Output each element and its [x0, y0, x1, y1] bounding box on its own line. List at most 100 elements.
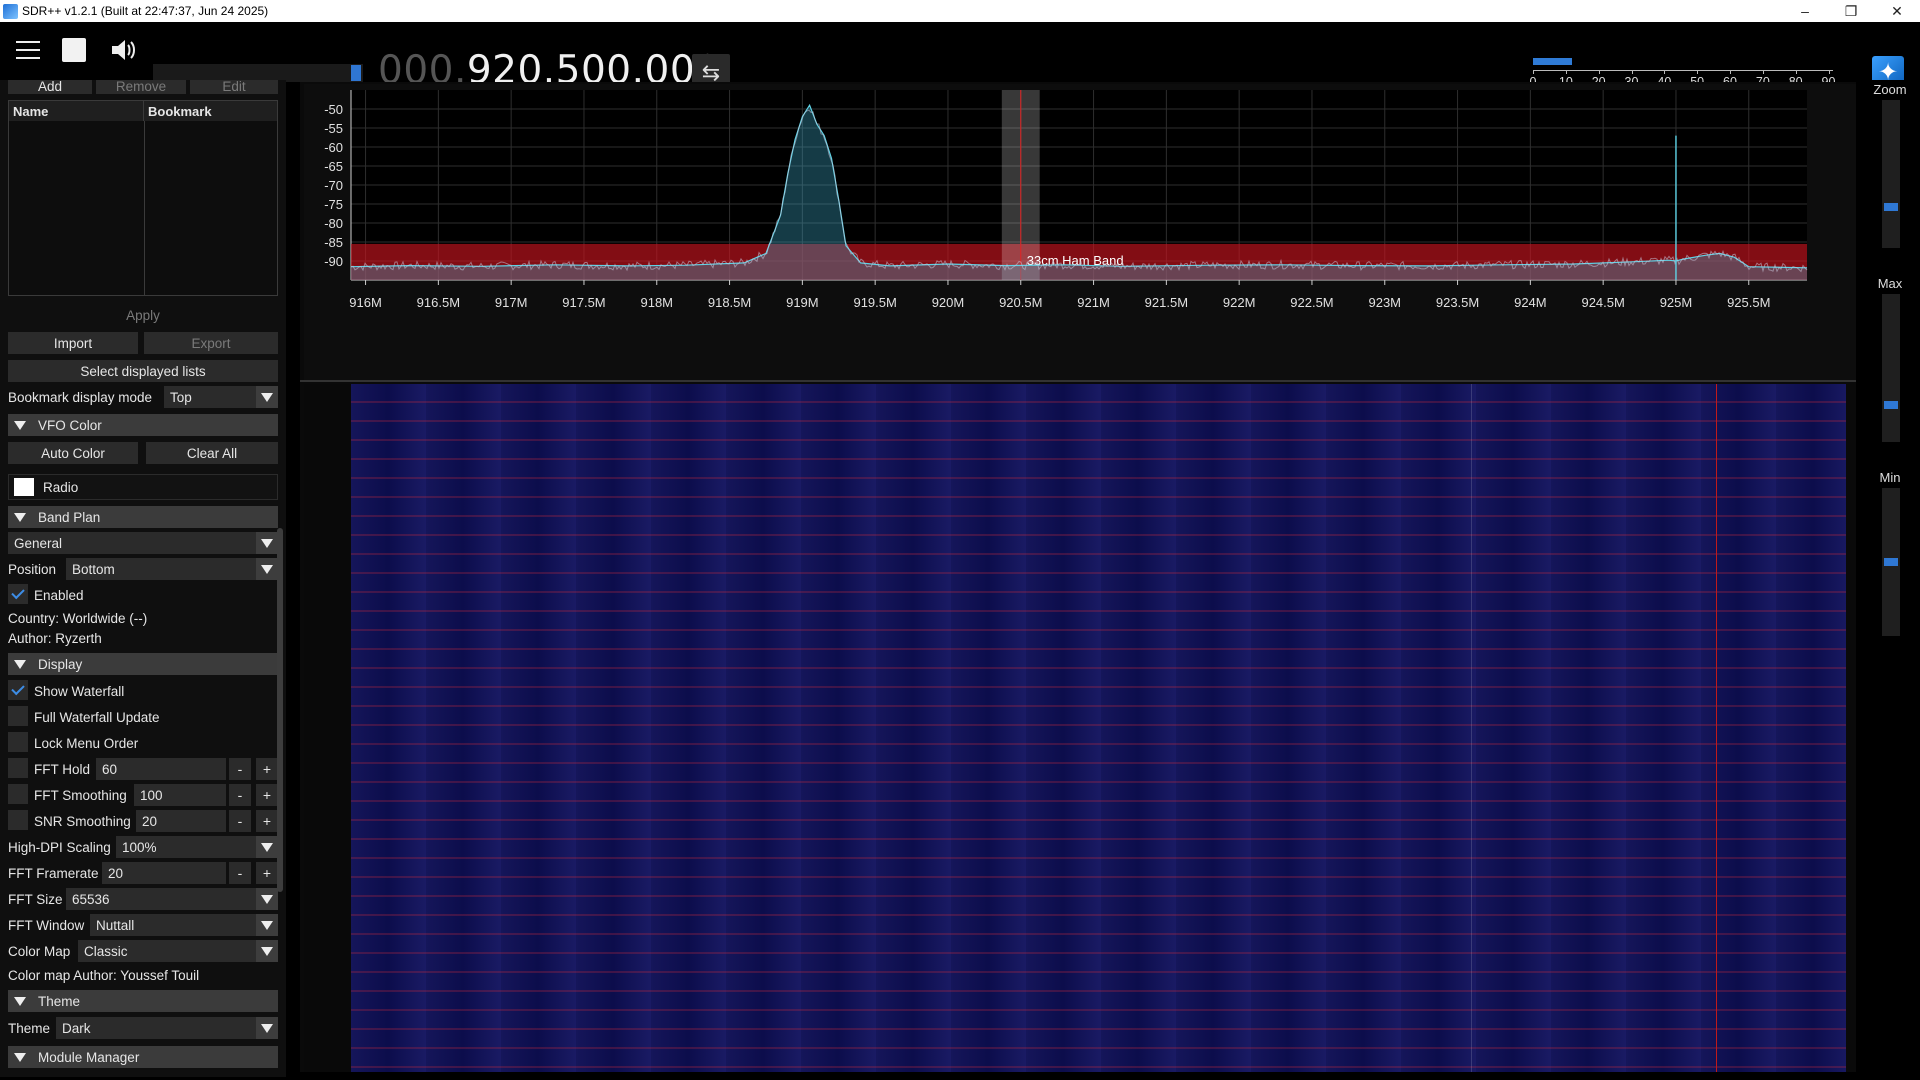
fft-smoothing-minus[interactable]: - [229, 784, 251, 806]
volume-slider-knob[interactable] [351, 65, 361, 81]
fft-window-select[interactable]: Nuttall [90, 914, 278, 936]
theme-label: Theme [8, 1021, 51, 1036]
fft-hold-plus[interactable]: + [256, 758, 278, 780]
fft-x-tick-label: 921M [1077, 295, 1110, 310]
close-button[interactable]: ✕ [1874, 0, 1920, 22]
toolbar: 000.920.500.000 ⇆ 0102030405060708090 ✦ [0, 22, 1920, 93]
fft-panel[interactable]: -50 -55 -60 -65 -70 -75 -80 -85 -90 916M 916.5M 917… [304, 84, 1856, 380]
fft-x-tick-label: 916.5M [417, 295, 460, 310]
column-name[interactable]: Name [9, 101, 144, 121]
show-waterfall-checkbox[interactable] [8, 680, 28, 700]
fft-x-tick-label: 925.5M [1727, 295, 1770, 310]
fft-size-select[interactable]: 65536 [66, 888, 278, 910]
max-slider-knob[interactable] [1884, 401, 1898, 409]
high-dpi-select[interactable]: 100% [116, 836, 278, 858]
theme-select[interactable]: Dark [56, 1017, 278, 1039]
color-map-select[interactable]: Classic [78, 940, 278, 962]
snr-level-bar [1533, 58, 1572, 65]
enabled-checkbox[interactable] [8, 584, 28, 604]
band-plan-select[interactable]: General [8, 532, 278, 554]
module-manager-header[interactable]: Module Manager [8, 1046, 278, 1068]
fft-x-tick-label: 919.5M [853, 295, 896, 310]
fft-hold-checkbox[interactable] [8, 758, 28, 778]
bookmark-edit-button[interactable]: Edit [190, 80, 278, 94]
fft-y-tick-label: -65 [324, 159, 343, 174]
snr-smoothing-checkbox[interactable] [8, 810, 28, 830]
fft-x-tick-label: 923M [1368, 295, 1401, 310]
fft-framerate-plus[interactable]: + [256, 862, 278, 884]
color-map-author: Color map Author: Youssef Touil [8, 968, 200, 983]
waterfall-signal-line [1716, 384, 1717, 1072]
apply-button[interactable]: Apply [8, 304, 278, 326]
fft-framerate-label: FFT Framerate [8, 866, 99, 881]
max-slider[interactable] [1882, 294, 1900, 442]
full-waterfall-update-checkbox[interactable] [8, 706, 28, 726]
color-map-label: Color Map [8, 944, 71, 959]
full-waterfall-update-label: Full Waterfall Update [34, 710, 160, 725]
show-waterfall-label: Show Waterfall [34, 684, 125, 699]
minimize-button[interactable]: – [1782, 0, 1828, 22]
position-label: Position [8, 562, 57, 577]
bookmark-table-header: Name Bookmark [9, 101, 277, 121]
sidebar-scrollbar[interactable] [277, 528, 283, 892]
min-slider-knob[interactable] [1884, 558, 1898, 566]
export-button[interactable]: Export [144, 332, 278, 354]
speaker-icon[interactable] [108, 35, 140, 65]
vfo-color-swatch[interactable] [14, 478, 34, 496]
fft-waterfall-splitter[interactable] [300, 380, 1856, 382]
zoom-slider-knob[interactable] [1884, 203, 1898, 212]
min-slider[interactable] [1882, 488, 1900, 636]
fft-size-label: FFT Size [8, 892, 63, 907]
vfo-color-row[interactable]: Radio [8, 474, 278, 500]
fft-smoothing-checkbox[interactable] [8, 784, 28, 804]
bookmark-table[interactable]: Name Bookmark [8, 100, 278, 296]
vfo-color-header[interactable]: VFO Color [8, 414, 278, 436]
fft-x-tick-label: 924.5M [1581, 295, 1624, 310]
bookmark-display-mode-select[interactable]: Top [164, 386, 278, 408]
theme-header[interactable]: Theme [8, 990, 278, 1012]
fft-window-label: FFT Window [8, 918, 85, 933]
band-plan-header[interactable]: Band Plan [8, 506, 278, 528]
clear-all-button[interactable]: Clear All [146, 442, 278, 464]
stop-button[interactable] [58, 35, 90, 65]
select-displayed-lists-button[interactable]: Select displayed lists [8, 360, 278, 382]
fft-x-tick-label: 917.5M [562, 295, 605, 310]
column-bookmark[interactable]: Bookmark [144, 101, 216, 121]
auto-color-button[interactable]: Auto Color [8, 442, 138, 464]
fft-y-tick-label: -75 [324, 197, 343, 212]
snr-smoothing-plus[interactable]: + [256, 810, 278, 832]
fft-framerate-minus[interactable]: - [229, 862, 251, 884]
fft-x-tick-label: 924M [1514, 295, 1547, 310]
fft-x-tick-label: 922M [1223, 295, 1256, 310]
fft-x-tick-label: 916M [349, 295, 382, 310]
fft-y-tick-label: -50 [324, 102, 343, 117]
fft-smoothing-plus[interactable]: + [256, 784, 278, 806]
max-label: Max [1877, 276, 1903, 291]
fft-smoothing-label: FFT Smoothing [34, 788, 127, 803]
fft-hold-minus[interactable]: - [229, 758, 251, 780]
import-button[interactable]: Import [8, 332, 138, 354]
bookmark-add-button[interactable]: Add [8, 80, 92, 94]
bookmark-remove-button[interactable]: Remove [96, 80, 186, 94]
menu-hamburger-icon[interactable] [12, 35, 44, 65]
fft-x-tick-label: 920.5M [999, 295, 1042, 310]
snr-smoothing-minus[interactable]: - [229, 810, 251, 832]
snr-smoothing-input[interactable]: 20 [136, 810, 226, 832]
fft-hold-label: FFT Hold [34, 762, 91, 777]
waterfall[interactable] [351, 384, 1846, 1072]
fft-y-tick-label: -80 [324, 216, 343, 231]
fft-hold-input[interactable]: 60 [96, 758, 226, 780]
fft-y-tick-label: -55 [324, 121, 343, 136]
app-icon [3, 3, 18, 19]
fft-framerate-input[interactable]: 20 [102, 862, 226, 884]
fft-chart[interactable]: -50 -55 -60 -65 -70 -75 -80 -85 -90 916M 916.5M 917… [304, 84, 1856, 380]
sidebar-menu: Add Remove Edit Name Bookmark Apply Impo… [0, 80, 286, 1077]
fft-smoothing-input[interactable]: 100 [134, 784, 226, 806]
lock-menu-order-checkbox[interactable] [8, 732, 28, 752]
snr-smoothing-label: SNR Smoothing [34, 814, 131, 829]
position-select[interactable]: Bottom [66, 558, 278, 580]
zoom-slider[interactable] [1882, 100, 1900, 248]
display-header[interactable]: Display [8, 653, 278, 675]
restore-button[interactable]: ❐ [1828, 0, 1874, 22]
window-title: SDR++ v1.2.1 (Built at 22:47:37, Jun 24 … [22, 4, 269, 18]
